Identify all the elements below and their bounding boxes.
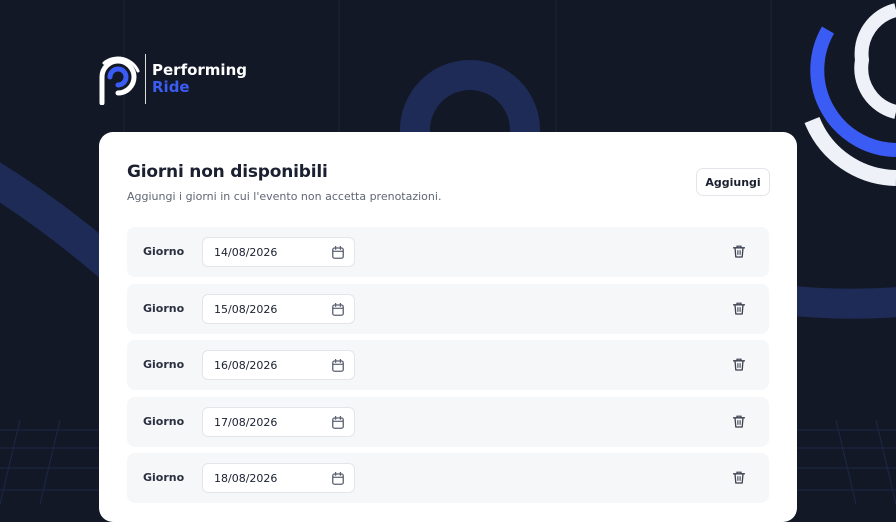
- day-label: Giorno: [143, 414, 185, 428]
- brand-name-line2: Ride: [152, 78, 190, 96]
- logo-divider: [145, 54, 146, 104]
- date-value: 18/08/2026: [214, 472, 278, 485]
- date-input[interactable]: 18/08/2026: [202, 463, 355, 493]
- date-value: 16/08/2026: [214, 359, 278, 372]
- trash-icon[interactable]: [733, 302, 745, 315]
- calendar-icon[interactable]: [332, 246, 344, 259]
- day-label: Giorno: [143, 245, 185, 258]
- trash-icon[interactable]: [733, 245, 745, 258]
- calendar-icon[interactable]: [332, 472, 344, 485]
- date-input[interactable]: 16/08/2026: [202, 350, 355, 380]
- brand-logo[interactable]: Performing Ride: [96, 53, 247, 105]
- performing-ride-logo-icon: [99, 56, 140, 105]
- card-title: Giorni non disponibili: [127, 162, 328, 182]
- trash-icon[interactable]: [733, 471, 745, 484]
- calendar-icon[interactable]: [332, 415, 344, 429]
- day-row: Giorno 15/08/2026: [127, 283, 769, 334]
- date-value: 14/08/2026: [214, 246, 278, 259]
- unavailable-days-card: Giorni non disponibili Aggiungi i giorni…: [99, 132, 797, 522]
- day-row: Giorno 16/08/2026: [127, 340, 769, 390]
- trash-icon[interactable]: [733, 358, 745, 371]
- date-input[interactable]: 14/08/2026: [202, 237, 355, 267]
- calendar-icon[interactable]: [332, 302, 344, 316]
- date-input[interactable]: 17/08/2026: [202, 406, 355, 437]
- day-label: Giorno: [143, 471, 185, 484]
- days-list: Giorno 14/08/2026 Giorno 15/08/2026 Gior…: [127, 227, 769, 510]
- date-value: 15/08/2026: [214, 302, 278, 316]
- add-day-button[interactable]: Aggiungi: [696, 168, 770, 196]
- day-row: Giorno 17/08/2026: [127, 396, 769, 447]
- day-label: Giorno: [143, 358, 185, 371]
- trash-icon[interactable]: [733, 415, 745, 428]
- date-input[interactable]: 15/08/2026: [202, 293, 355, 324]
- brand-name: Performing Ride: [152, 62, 247, 96]
- brand-name-line1: Performing: [152, 61, 247, 79]
- day-row: Giorno 18/08/2026: [127, 453, 769, 503]
- day-row: Giorno 14/08/2026: [127, 227, 769, 277]
- day-label: Giorno: [143, 301, 185, 315]
- calendar-icon[interactable]: [332, 359, 344, 372]
- date-value: 17/08/2026: [214, 415, 278, 429]
- card-subtitle: Aggiungi i giorni in cui l'evento non ac…: [127, 190, 442, 203]
